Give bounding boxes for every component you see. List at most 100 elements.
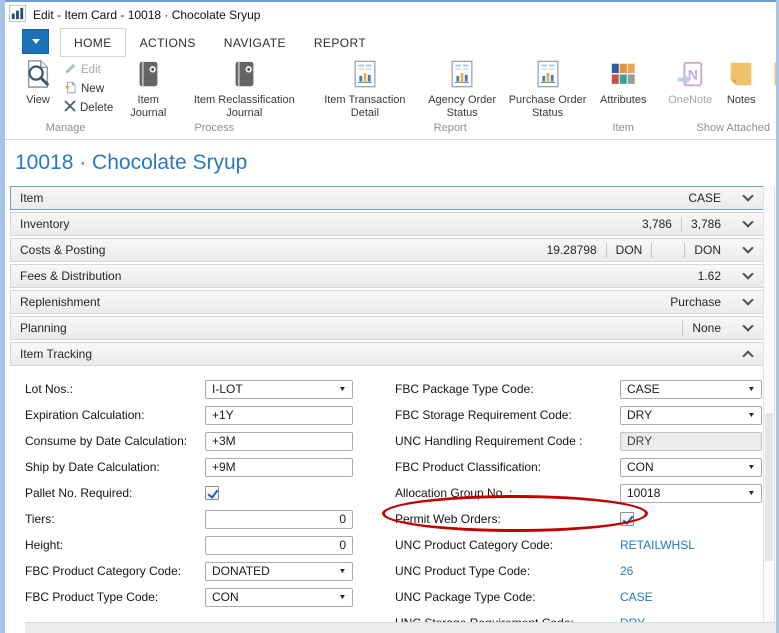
notes-button[interactable]: Notes [720, 57, 762, 107]
tab-home[interactable]: HOME [60, 28, 126, 57]
field-label: Allocation Group No. : [395, 486, 620, 500]
allocation-group-no-combobox[interactable]: 10018▼ [620, 484, 762, 503]
consume-by-date-calculation-field[interactable]: +3M [205, 432, 353, 451]
edit-button-label: Edit [81, 64, 101, 76]
fbc-storage-requirement-code-combobox[interactable]: DRY▼ [620, 406, 762, 425]
application-menu-button[interactable] [22, 29, 49, 54]
fasttab-title: Replenishment [20, 295, 100, 309]
fbc-product-classification-combobox[interactable]: CON▼ [620, 458, 762, 477]
lot-nos-combobox[interactable]: I-LOT▼ [205, 380, 353, 399]
fasttab-inventory[interactable]: Inventory 3,786 3,786 [10, 212, 764, 236]
fbc-package-type-code-combobox[interactable]: CASE▼ [620, 380, 762, 399]
fasttab-preview-value: DON [607, 243, 652, 257]
form-row: Lot Nos.: I-LOT▼ [25, 376, 353, 402]
delete-button-label: Delete [80, 102, 113, 114]
form-row: Pallet No. Required: [25, 480, 353, 506]
dropdown-arrow-icon: ▼ [747, 490, 755, 497]
dropdown-arrow-icon: ▼ [747, 464, 755, 471]
attributes-button[interactable]: Attributes [592, 57, 654, 107]
form-row: Ship by Date Calculation: +9M [25, 454, 353, 480]
item-reclassification-journal-label: Item Reclassification Journal [180, 94, 308, 119]
notes-label: Notes [727, 94, 756, 107]
window-border-top [0, 0, 779, 2]
agency-order-status-button[interactable]: Agency Order Status [419, 57, 504, 119]
form-column-right: FBC Package Type Code: CASE▼ FBC Storage… [395, 376, 762, 622]
report-chart-icon [350, 59, 380, 92]
permit-web-orders-checkbox[interactable] [620, 512, 634, 526]
ship-by-date-calculation-field[interactable]: +9M [205, 458, 353, 477]
form-row: UNC Storage Requirement Code: DRY [395, 610, 762, 622]
field-label: Consume by Date Calculation: [25, 434, 205, 448]
fasttab-preview-value: None [683, 321, 730, 335]
ribbon-group-process: Item Journal Item Reclassification Journ… [120, 57, 308, 139]
app-icon [9, 5, 26, 25]
vertical-scrollbar[interactable] [763, 186, 775, 622]
new-button[interactable]: New [61, 79, 116, 98]
links-button[interactable]: Li [764, 57, 776, 107]
field-label: UNC Handling Requirement Code : [395, 434, 620, 448]
fasttab-preview-value: CASE [679, 191, 730, 205]
item-transaction-detail-button[interactable]: Item Transaction Detail [312, 57, 417, 119]
item-reclassification-journal-button[interactable]: Item Reclassification Journal [180, 57, 308, 119]
height-field[interactable]: 0 [205, 536, 353, 555]
field-label: Lot Nos.: [25, 382, 205, 396]
window-title: Edit - Item Card - 10018 · Chocolate Sry… [33, 8, 260, 22]
item-journal-label: Item Journal [120, 94, 176, 119]
field-label: FBC Product Category Code: [25, 564, 205, 578]
pallet-no-required-checkbox[interactable] [205, 486, 219, 500]
form-row: FBC Product Type Code: CON▼ [25, 584, 353, 610]
edit-button[interactable]: Edit [61, 60, 116, 79]
fasttab-fees-distribution[interactable]: Fees & Distribution 1.62 [10, 264, 764, 288]
form-row: Expiration Calculation: +1Y [25, 402, 353, 428]
fasttab-replenishment[interactable]: Replenishment Purchase [10, 290, 764, 314]
onenote-icon: N [675, 59, 705, 92]
chevron-down-icon [742, 296, 754, 308]
unc-package-type-code-link[interactable]: CASE [620, 590, 653, 604]
fasttab-preview-value: DON [685, 243, 730, 257]
form-row: UNC Handling Requirement Code : DRY [395, 428, 762, 454]
scrollbar-thumb[interactable] [765, 413, 773, 561]
dropdown-arrow-icon: ▼ [338, 594, 346, 601]
fbc-product-category-code-combobox[interactable]: DONATED▼ [205, 562, 353, 581]
report-chart-icon [447, 59, 477, 92]
tab-navigate[interactable]: NAVIGATE [210, 28, 300, 57]
field-label: UNC Package Type Code: [395, 590, 620, 604]
fasttab-planning[interactable]: Planning None [10, 316, 764, 340]
unc-handling-requirement-code-field: DRY [620, 432, 762, 451]
delete-button[interactable]: Delete [61, 98, 116, 117]
ribbon-group-item: Attributes Item [592, 57, 654, 139]
form-row: UNC Product Type Code: 26 [395, 558, 762, 584]
fbc-product-type-code-combobox[interactable]: CON▼ [205, 588, 353, 607]
onenote-button[interactable]: N OneNote [662, 57, 718, 107]
fasttab-item[interactable]: Item CASE [10, 186, 764, 210]
fasttab-preview-value: 19.28798 [538, 243, 606, 257]
unc-product-type-code-link[interactable]: 26 [620, 564, 633, 578]
form-row: FBC Product Classification: CON▼ [395, 454, 762, 480]
fasttab-preview-value: 3,786 [633, 217, 681, 231]
fasttab-item-tracking[interactable]: Item Tracking [10, 342, 764, 366]
chevron-down-icon [742, 322, 754, 334]
unc-product-category-code-link[interactable]: RETAILWHSL [620, 538, 695, 552]
purchase-order-status-button[interactable]: Purchase Order Status [507, 57, 588, 119]
fasttab-preview-value: Purchase [661, 295, 730, 309]
form-row: Permit Web Orders: [395, 506, 762, 532]
fasttab-title: Costs & Posting [20, 243, 105, 257]
fasttab-list: Item CASE Inventory 3,786 3,786 Costs & … [10, 186, 764, 368]
field-label: Ship by Date Calculation: [25, 460, 205, 474]
tab-actions[interactable]: ACTIONS [126, 28, 210, 57]
view-button[interactable]: View [15, 57, 61, 107]
dropdown-arrow-icon: ▼ [747, 386, 755, 393]
attributes-grid-icon [608, 59, 638, 92]
chevron-up-icon [742, 348, 754, 360]
item-journal-button[interactable]: Item Journal [120, 57, 176, 119]
new-page-icon [64, 81, 77, 97]
fasttab-preview-value: 1.62 [689, 269, 730, 283]
page-title: 10018 · Chocolate Sryup [15, 151, 247, 175]
onenote-label: OneNote [668, 94, 712, 107]
fasttab-title: Fees & Distribution [20, 269, 121, 283]
attributes-label: Attributes [600, 94, 646, 107]
tab-report[interactable]: REPORT [300, 28, 380, 57]
expiration-calculation-field[interactable]: +1Y [205, 406, 353, 425]
tiers-field[interactable]: 0 [205, 510, 353, 529]
fasttab-costs-posting[interactable]: Costs & Posting 19.28798 DON DON [10, 238, 764, 262]
